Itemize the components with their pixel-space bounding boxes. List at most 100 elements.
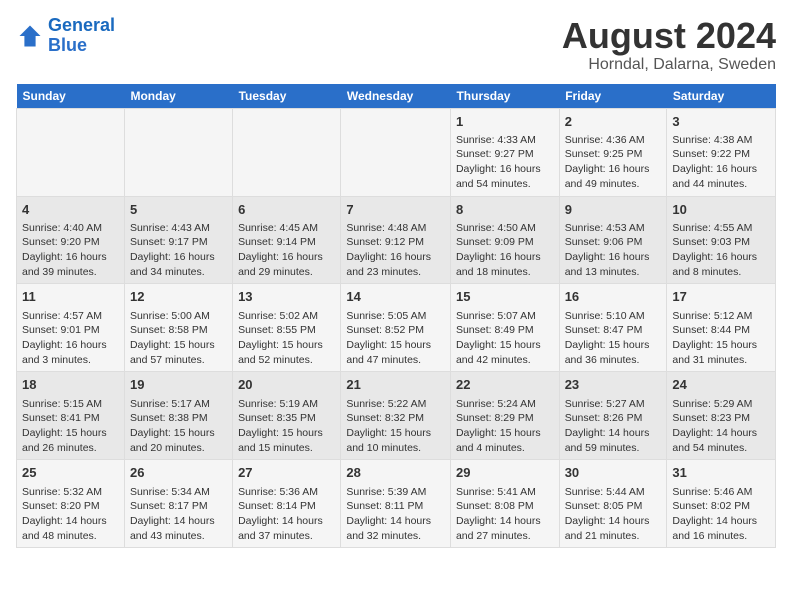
calendar-cell: 22 Sunrise: 5:24 AM Sunset: 8:29 PM Dayli… [450,372,559,460]
calendar-cell: 29 Sunrise: 5:41 AM Sunset: 8:08 PM Dayli… [450,460,559,548]
day-info: Sunrise: 4:33 AM Sunset: 9:27 PM Dayligh… [456,133,554,192]
calendar-table: SundayMondayTuesdayWednesdayThursdayFrid… [16,84,776,549]
day-number: 22 [456,376,554,394]
day-number: 26 [130,464,227,482]
day-info: Sunrise: 4:53 AM Sunset: 9:06 PM Dayligh… [565,221,662,280]
day-number: 21 [346,376,445,394]
day-info: Sunrise: 5:46 AM Sunset: 8:02 PM Dayligh… [672,485,770,544]
calendar-cell: 15Sunrise: 5:07 AM Sunset: 8:49 PM Dayli… [450,284,559,372]
calendar-body: 1 Sunrise: 4:33 AM Sunset: 9:27 PM Daylig… [17,108,776,548]
calendar-cell: 2 Sunrise: 4:36 AM Sunset: 9:25 PM Daylig… [559,108,667,196]
calendar-cell: 19 Sunrise: 5:17 AM Sunset: 8:38 PM Dayli… [124,372,232,460]
day-number: 6 [238,201,335,219]
logo-text: General Blue [48,16,115,56]
day-info: Sunrise: 5:41 AM Sunset: 8:08 PM Dayligh… [456,485,554,544]
day-info: Sunrise: 4:43 AM Sunset: 9:17 PM Dayligh… [130,221,227,280]
day-number: 20 [238,376,335,394]
calendar-cell: 8Sunrise: 4:50 AM Sunset: 9:09 PM Daylig… [450,196,559,284]
main-title: August 2024 [562,16,776,56]
week-row-3: 11 Sunrise: 4:57 AM Sunset: 9:01 PM Dayli… [17,284,776,372]
day-number: 14 [346,288,445,306]
day-number: 29 [456,464,554,482]
day-info: Sunrise: 5:22 AM Sunset: 8:32 PM Dayligh… [346,397,445,456]
day-number: 5 [130,201,227,219]
day-info: Sunrise: 4:55 AM Sunset: 9:03 PM Dayligh… [672,221,770,280]
day-number: 9 [565,201,662,219]
week-row-5: 25Sunrise: 5:32 AM Sunset: 8:20 PM Dayli… [17,460,776,548]
weekday-header-friday: Friday [559,84,667,109]
day-number: 24 [672,376,770,394]
day-info: Sunrise: 5:36 AM Sunset: 8:14 PM Dayligh… [238,485,335,544]
calendar-header: SundayMondayTuesdayWednesdayThursdayFrid… [17,84,776,109]
calendar-cell: 25Sunrise: 5:32 AM Sunset: 8:20 PM Dayli… [17,460,125,548]
calendar-cell: 1 Sunrise: 4:33 AM Sunset: 9:27 PM Daylig… [450,108,559,196]
calendar-cell: 4 Sunrise: 4:40 AM Sunset: 9:20 PM Daylig… [17,196,125,284]
subtitle: Horndal, Dalarna, Sweden [562,56,776,74]
day-number: 1 [456,113,554,131]
calendar-cell: 26Sunrise: 5:34 AM Sunset: 8:17 PM Dayli… [124,460,232,548]
day-number: 18 [22,376,119,394]
calendar-cell [124,108,232,196]
day-info: Sunrise: 5:32 AM Sunset: 8:20 PM Dayligh… [22,485,119,544]
day-info: Sunrise: 5:29 AM Sunset: 8:23 PM Dayligh… [672,397,770,456]
day-info: Sunrise: 4:36 AM Sunset: 9:25 PM Dayligh… [565,133,662,192]
logo-line1: General [48,15,115,35]
calendar-cell: 18Sunrise: 5:15 AM Sunset: 8:41 PM Dayli… [17,372,125,460]
calendar-cell: 21 Sunrise: 5:22 AM Sunset: 8:32 PM Dayli… [341,372,451,460]
day-number: 8 [456,201,554,219]
day-info: Sunrise: 5:24 AM Sunset: 8:29 PM Dayligh… [456,397,554,456]
weekday-header-wednesday: Wednesday [341,84,451,109]
calendar-cell: 27 Sunrise: 5:36 AM Sunset: 8:14 PM Dayli… [233,460,341,548]
day-number: 10 [672,201,770,219]
calendar-cell: 13 Sunrise: 5:02 AM Sunset: 8:55 PM Dayli… [233,284,341,372]
day-number: 13 [238,288,335,306]
calendar-cell: 31 Sunrise: 5:46 AM Sunset: 8:02 PM Dayli… [667,460,776,548]
day-info: Sunrise: 5:02 AM Sunset: 8:55 PM Dayligh… [238,309,335,368]
week-row-1: 1 Sunrise: 4:33 AM Sunset: 9:27 PM Daylig… [17,108,776,196]
calendar-cell: 16Sunrise: 5:10 AM Sunset: 8:47 PM Dayli… [559,284,667,372]
day-info: Sunrise: 5:00 AM Sunset: 8:58 PM Dayligh… [130,309,227,368]
week-row-2: 4 Sunrise: 4:40 AM Sunset: 9:20 PM Daylig… [17,196,776,284]
day-number: 27 [238,464,335,482]
weekday-header-tuesday: Tuesday [233,84,341,109]
calendar-cell: 20Sunrise: 5:19 AM Sunset: 8:35 PM Dayli… [233,372,341,460]
day-info: Sunrise: 4:48 AM Sunset: 9:12 PM Dayligh… [346,221,445,280]
day-number: 28 [346,464,445,482]
day-number: 11 [22,288,119,306]
day-number: 30 [565,464,662,482]
calendar-cell: 3 Sunrise: 4:38 AM Sunset: 9:22 PM Daylig… [667,108,776,196]
calendar-cell: 9 Sunrise: 4:53 AM Sunset: 9:06 PM Daylig… [559,196,667,284]
day-info: Sunrise: 5:10 AM Sunset: 8:47 PM Dayligh… [565,309,662,368]
day-number: 17 [672,288,770,306]
page-header: General Blue August 2024 Horndal, Dalarn… [16,16,776,74]
calendar-cell: 30 Sunrise: 5:44 AM Sunset: 8:05 PM Dayli… [559,460,667,548]
day-info: Sunrise: 5:27 AM Sunset: 8:26 PM Dayligh… [565,397,662,456]
calendar-cell: 12 Sunrise: 5:00 AM Sunset: 8:58 PM Dayli… [124,284,232,372]
day-number: 3 [672,113,770,131]
calendar-cell: 24 Sunrise: 5:29 AM Sunset: 8:23 PM Dayli… [667,372,776,460]
title-block: August 2024 Horndal, Dalarna, Sweden [562,16,776,74]
day-info: Sunrise: 5:39 AM Sunset: 8:11 PM Dayligh… [346,485,445,544]
calendar-cell [341,108,451,196]
calendar-cell: 23Sunrise: 5:27 AM Sunset: 8:26 PM Dayli… [559,372,667,460]
day-info: Sunrise: 4:38 AM Sunset: 9:22 PM Dayligh… [672,133,770,192]
logo-line2: Blue [48,35,87,55]
logo: General Blue [16,16,115,56]
day-number: 2 [565,113,662,131]
weekday-header-thursday: Thursday [450,84,559,109]
day-info: Sunrise: 5:17 AM Sunset: 8:38 PM Dayligh… [130,397,227,456]
day-number: 31 [672,464,770,482]
day-number: 19 [130,376,227,394]
day-info: Sunrise: 4:40 AM Sunset: 9:20 PM Dayligh… [22,221,119,280]
calendar-cell [233,108,341,196]
day-info: Sunrise: 4:57 AM Sunset: 9:01 PM Dayligh… [22,309,119,368]
weekday-row: SundayMondayTuesdayWednesdayThursdayFrid… [17,84,776,109]
calendar-cell: 17Sunrise: 5:12 AM Sunset: 8:44 PM Dayli… [667,284,776,372]
day-number: 4 [22,201,119,219]
day-info: Sunrise: 4:45 AM Sunset: 9:14 PM Dayligh… [238,221,335,280]
calendar-cell: 6 Sunrise: 4:45 AM Sunset: 9:14 PM Daylig… [233,196,341,284]
day-info: Sunrise: 5:44 AM Sunset: 8:05 PM Dayligh… [565,485,662,544]
day-number: 12 [130,288,227,306]
calendar-cell: 10 Sunrise: 4:55 AM Sunset: 9:03 PM Dayli… [667,196,776,284]
day-number: 7 [346,201,445,219]
